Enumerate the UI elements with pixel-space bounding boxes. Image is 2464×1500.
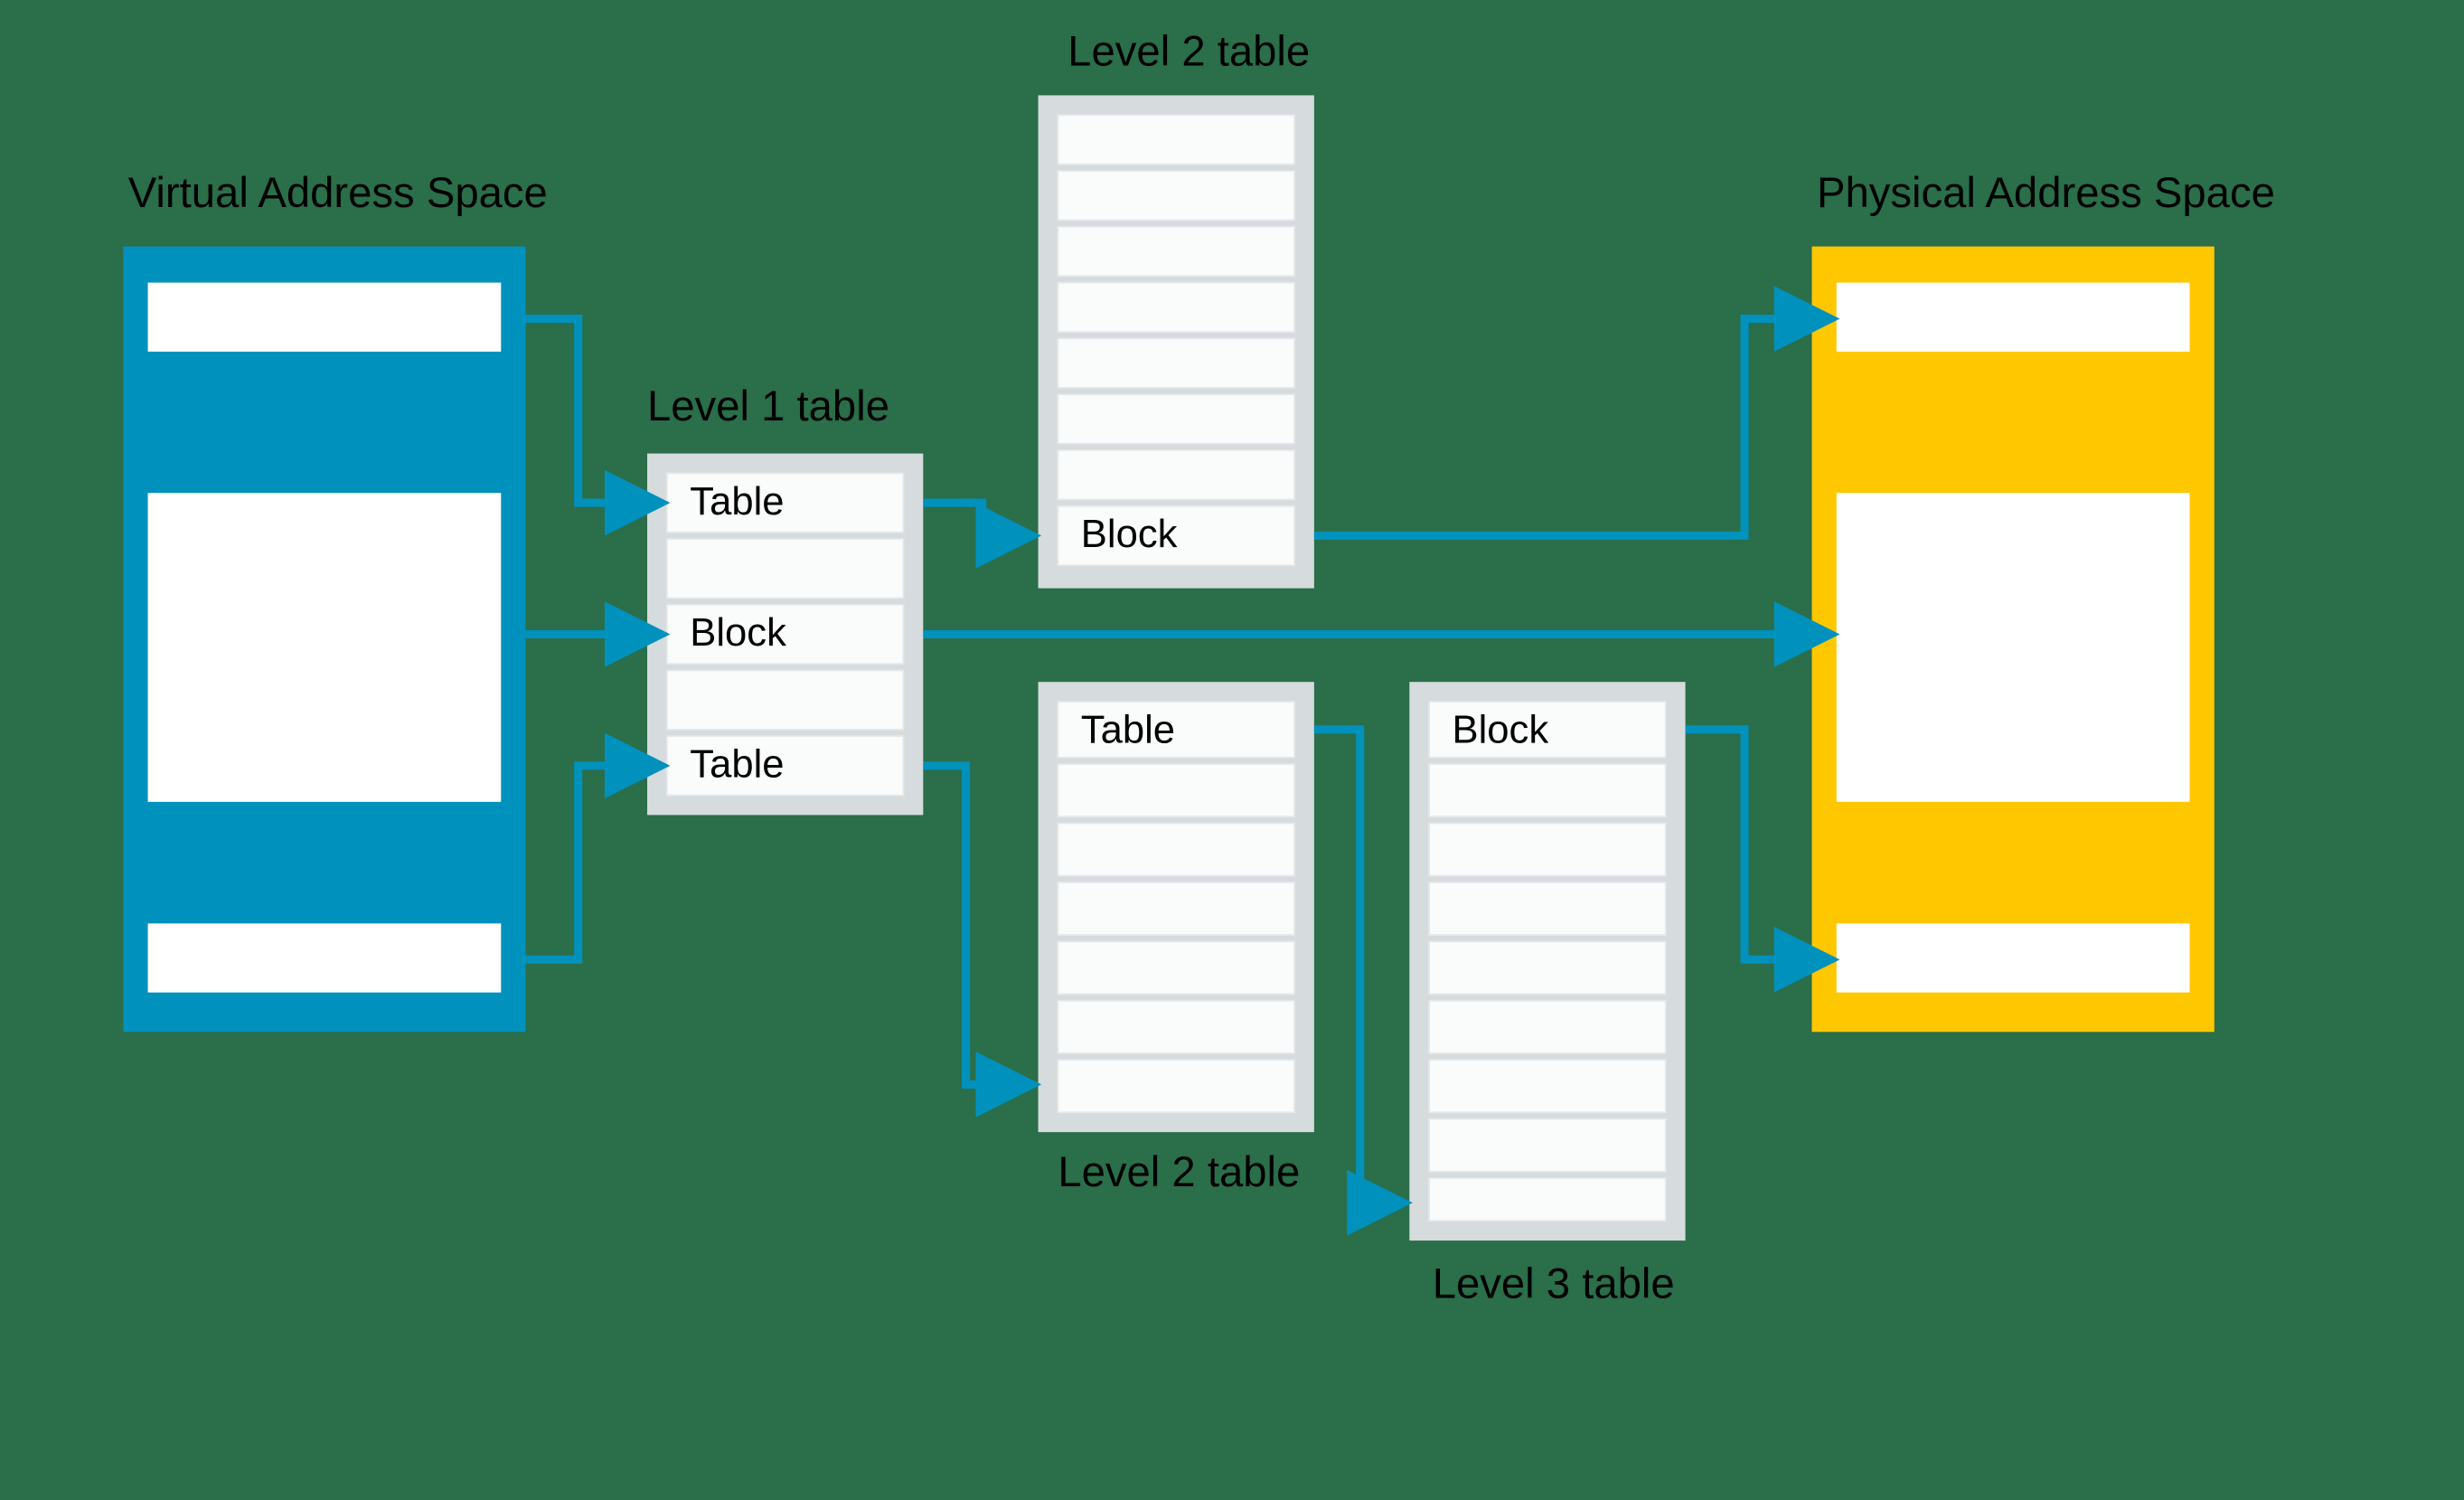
label-level-3-table: Level 3 table [1433,1260,1675,1308]
conn-l1-to-l2top [923,503,1028,535]
conn-l2top-block-to-phys [1314,319,1827,536]
level-3-table: Block [1409,682,1685,1241]
level-2-table-bottom: Table [1039,682,1314,1132]
label-physical-address-space: Physical Address Space [1817,169,2275,217]
l2bot-row-0: Table [1081,708,1175,751]
label-level-2-table-bottom: Level 2 table [1058,1148,1300,1196]
l1-row-4: Table [690,743,784,787]
level-1-table: Table Block Table [647,454,923,816]
label-level-2-table-top: Level 2 table [1067,28,1310,76]
l3-row-0: Block [1453,708,1549,751]
conn-l3-block-to-phys [1686,730,1827,959]
l1-row-2: Block [690,611,786,655]
conn-l1-to-l2bot [923,766,1028,1085]
l1-row-0: Table [690,480,784,524]
label-level-1-table: Level 1 table [647,382,889,430]
conn-vas-to-l1-bot [526,766,657,959]
physical-address-space-box [1812,247,2215,1033]
virtual-address-space-box [123,247,525,1033]
label-virtual-address-space: Virtual Address Space [128,169,548,217]
l2top-row-7: Block [1081,513,1178,556]
conn-vas-to-l1-top [526,319,657,504]
diagram-canvas: Virtual Address Space Physical Address S… [0,0,2464,1479]
conn-l2bot-to-l3 [1314,730,1400,1203]
level-2-table-top: Block [1039,95,1314,588]
